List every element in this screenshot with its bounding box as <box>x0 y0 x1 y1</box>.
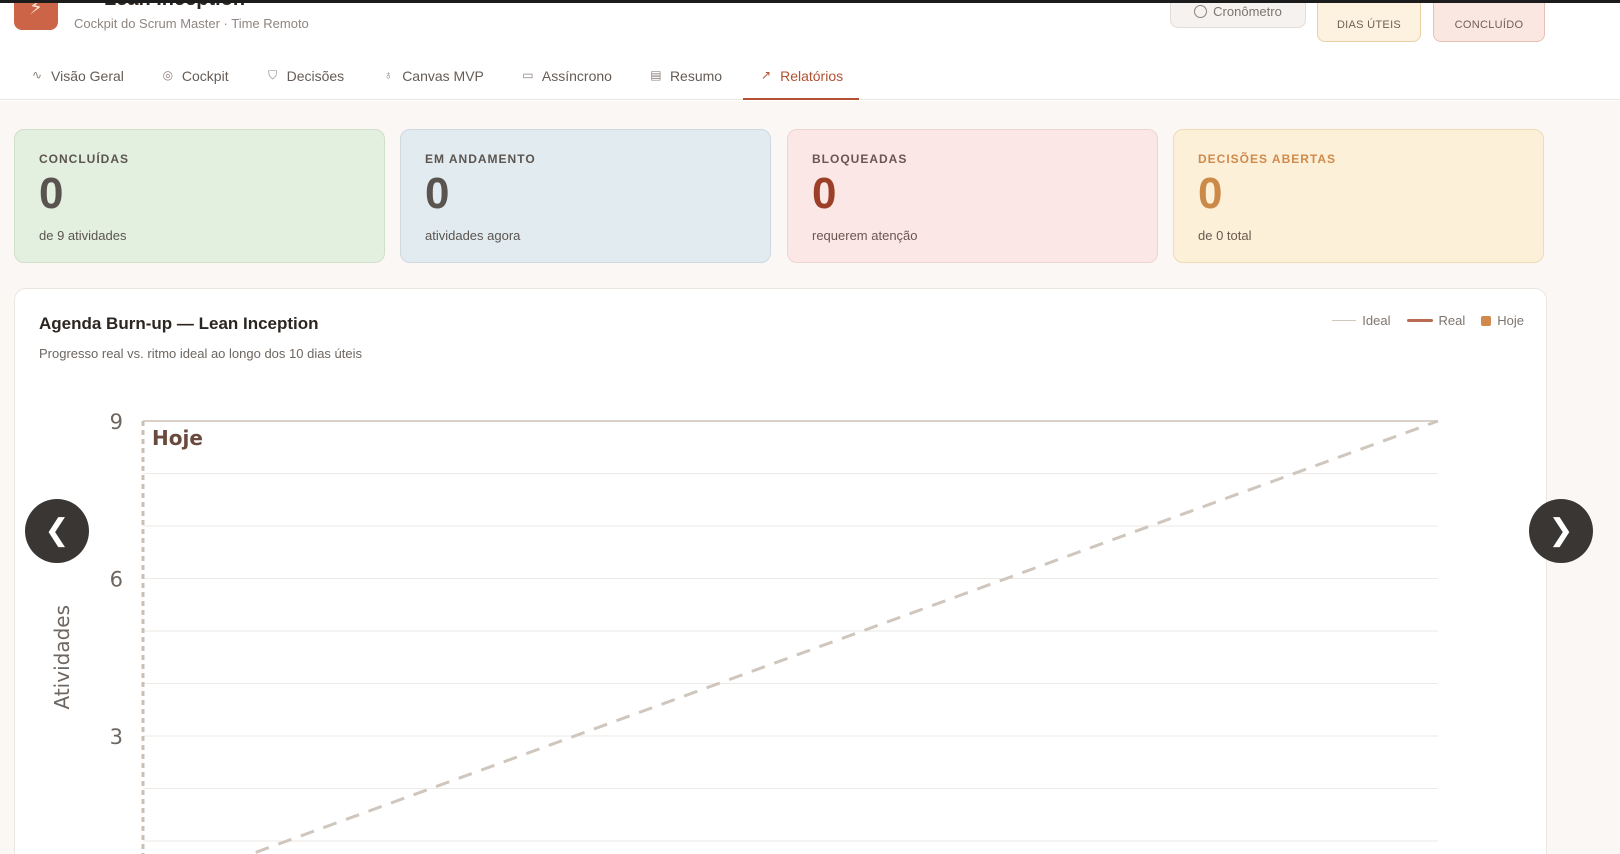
tab-canvas-mvp[interactable]: ♁ Canvas MVP <box>381 62 484 100</box>
y-axis-label: Atividades <box>50 605 74 710</box>
tab-visao-geral[interactable]: ∿ Visão Geral <box>30 62 124 100</box>
tab-label: Assíncrono <box>541 68 612 84</box>
card-sub: requerem atenção <box>812 228 918 243</box>
clock-icon <box>1194 4 1208 18</box>
tab-label: Decisões <box>286 68 345 84</box>
tab-label: Relatórios <box>780 68 844 84</box>
done-label: CONCLUÍDO <box>1454 19 1524 31</box>
y-tick-label: 3 <box>110 725 123 749</box>
tab-label: Visão Geral <box>51 68 124 84</box>
tab-resumo[interactable]: ▤ Resumo <box>649 62 722 100</box>
card-label: DECISÕES ABERTAS <box>1198 152 1337 166</box>
carousel-prev-button[interactable]: ❮ <box>25 499 89 563</box>
card-sub: de 9 atividades <box>39 228 127 243</box>
chevron-left-icon: ❮ <box>44 514 70 547</box>
message-icon: ▭ <box>522 68 534 82</box>
card-sub: atividades agora <box>425 228 521 243</box>
burnup-chart: 3 6 9 Atividades Hoje <box>50 410 1439 854</box>
activity-icon: ∿ <box>31 68 43 82</box>
card-label: CONCLUÍDAS <box>39 152 129 166</box>
card-value: 0 <box>425 169 450 218</box>
tab-bar: ∿ Visão Geral ◎ Cockpit ⛉ Decisões ♁ Canvas … <box>30 62 880 100</box>
tab-label: Resumo <box>669 68 723 84</box>
card-decisoes-abertas: DECISÕES ABERTAS 0 de 0 total <box>1173 129 1544 263</box>
card-value: 0 <box>1198 169 1223 218</box>
tab-label: Canvas MVP <box>402 68 484 84</box>
series-ideal-line <box>246 419 1439 854</box>
chronometer-label: Cronômetro <box>1213 3 1282 19</box>
chronometer-button[interactable]: Cronômetro <box>1170 0 1306 28</box>
card-value: 0 <box>812 169 837 218</box>
tab-relatorios[interactable]: ↗ Relatórios <box>743 62 860 100</box>
window-top-border <box>0 0 1620 3</box>
card-label: BLOQUEADAS <box>812 152 908 166</box>
card-label: EM ANDAMENTO <box>425 152 536 166</box>
carousel-next-button[interactable]: ❯ <box>1529 499 1593 563</box>
card-concluidas: CONCLUÍDAS 0 de 9 atividades <box>14 129 385 263</box>
target-icon: ◎ <box>162 68 174 82</box>
days-label: DIAS ÚTEIS <box>1336 19 1402 31</box>
card-em-andamento: EM ANDAMENTO 0 atividades agora <box>400 129 771 263</box>
document-icon: ▤ <box>650 68 662 82</box>
y-tick-label: 6 <box>110 568 123 592</box>
main-content: CONCLUÍDAS 0 de 9 atividades EM ANDAMENT… <box>0 101 1620 854</box>
days-stat: 10 DIAS ÚTEIS <box>1317 0 1421 42</box>
tab-label: Cockpit <box>181 68 229 84</box>
tab-cockpit[interactable]: ◎ Cockpit <box>161 62 229 100</box>
card-bloqueadas: BLOQUEADAS 0 requerem atenção <box>787 129 1158 263</box>
card-sub: de 0 total <box>1198 228 1252 243</box>
app-subtitle: Cockpit do Scrum Master · Time Remoto <box>74 16 309 31</box>
trend-icon: ↗ <box>761 68 772 82</box>
award-icon: ♁ <box>383 68 393 82</box>
shield-icon: ⛉ <box>268 68 278 82</box>
card-value: 0 <box>39 169 64 218</box>
app-header: ⚡ Lean Inception Cockpit do Scrum Master… <box>0 0 1620 100</box>
burnup-chart-card: Agenda Burn-up — Lean Inception Progress… <box>14 288 1547 854</box>
done-stat: 0% CONCLUÍDO <box>1433 0 1545 42</box>
app-logo: ⚡ <box>14 0 58 30</box>
today-label: Hoje <box>152 426 203 450</box>
y-tick-label: 9 <box>110 410 123 434</box>
chevron-right-icon: ❯ <box>1548 514 1574 547</box>
tab-decisoes[interactable]: ⛉ Decisões <box>266 62 345 100</box>
tab-assincrono[interactable]: ▭ Assíncrono <box>521 62 612 100</box>
